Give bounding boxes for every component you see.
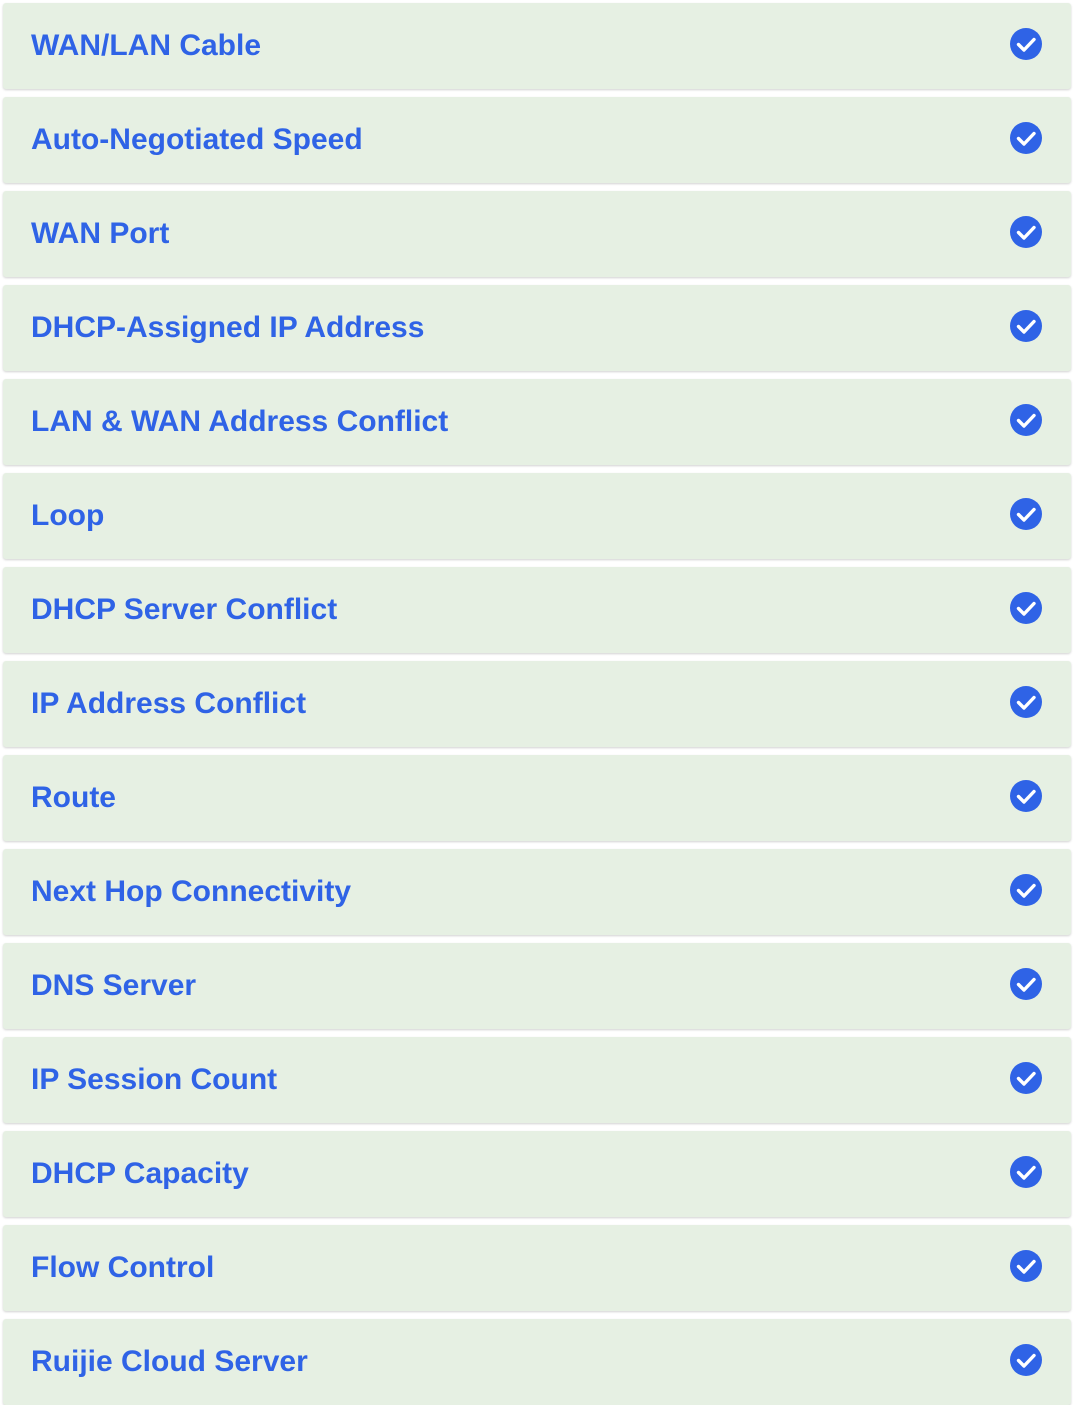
check-circle-icon [1009, 215, 1043, 249]
check-circle-icon [1009, 403, 1043, 437]
check-label: IP Session Count [31, 1063, 278, 1096]
check-item-dhcp-server-conflict[interactable]: DHCP Server Conflict [3, 567, 1071, 653]
check-circle-icon [1009, 967, 1043, 1001]
check-item-dhcp-assigned-ip-address[interactable]: DHCP-Assigned IP Address [3, 285, 1071, 371]
check-label: Route [31, 781, 116, 814]
check-label: WAN Port [31, 217, 170, 250]
check-circle-icon [1009, 779, 1043, 813]
check-label: Flow Control [31, 1251, 215, 1284]
check-circle-icon [1009, 497, 1043, 531]
check-circle-icon [1009, 685, 1043, 719]
check-circle-icon [1009, 1155, 1043, 1189]
check-label: DHCP Capacity [31, 1157, 249, 1190]
check-label: WAN/LAN Cable [31, 29, 262, 62]
check-item-wan-port[interactable]: WAN Port [3, 191, 1071, 277]
check-item-lan-wan-address-conflict[interactable]: LAN & WAN Address Conflict [3, 379, 1071, 465]
check-circle-icon [1009, 1061, 1043, 1095]
check-label: DHCP Server Conflict [31, 593, 338, 626]
check-circle-icon [1009, 309, 1043, 343]
check-item-next-hop-connectivity[interactable]: Next Hop Connectivity [3, 849, 1071, 935]
check-circle-icon [1009, 591, 1043, 625]
check-item-ip-session-count[interactable]: IP Session Count [3, 1037, 1071, 1123]
check-circle-icon [1009, 1249, 1043, 1283]
check-label: Auto-Negotiated Speed [31, 123, 363, 156]
check-circle-icon [1009, 27, 1043, 61]
check-item-dhcp-capacity[interactable]: DHCP Capacity [3, 1131, 1071, 1217]
check-item-auto-negotiated-speed[interactable]: Auto-Negotiated Speed [3, 97, 1071, 183]
check-circle-icon [1009, 121, 1043, 155]
check-item-wan-lan-cable[interactable]: WAN/LAN Cable [3, 3, 1071, 89]
check-item-dns-server[interactable]: DNS Server [3, 943, 1071, 1029]
check-label: IP Address Conflict [31, 687, 307, 720]
check-item-ip-address-conflict[interactable]: IP Address Conflict [3, 661, 1071, 747]
check-label: Next Hop Connectivity [31, 875, 352, 908]
check-item-route[interactable]: Route [3, 755, 1071, 841]
check-label: Ruijie Cloud Server [31, 1345, 308, 1378]
check-label: Loop [31, 499, 105, 532]
check-label: DHCP-Assigned IP Address [31, 311, 425, 344]
check-circle-icon [1009, 873, 1043, 907]
check-item-ruijie-cloud-server[interactable]: Ruijie Cloud Server [3, 1319, 1071, 1405]
check-label: DNS Server [31, 969, 197, 1002]
diagnostic-check-list: WAN/LAN Cable Auto-Negotiated Speed WAN … [0, 0, 1074, 1405]
check-circle-icon [1009, 1343, 1043, 1377]
check-label: LAN & WAN Address Conflict [31, 405, 449, 438]
check-item-loop[interactable]: Loop [3, 473, 1071, 559]
check-item-flow-control[interactable]: Flow Control [3, 1225, 1071, 1311]
